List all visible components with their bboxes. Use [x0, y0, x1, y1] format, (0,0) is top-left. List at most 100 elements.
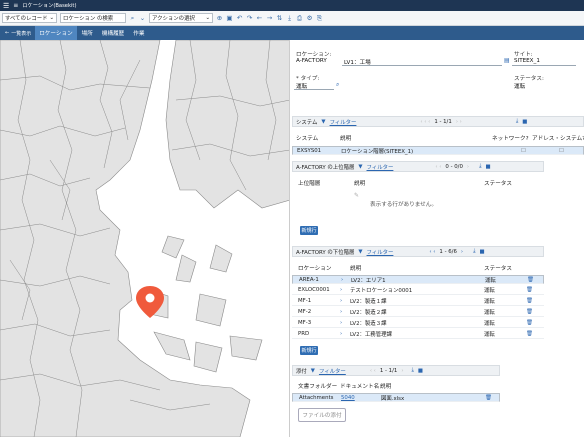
delete-icon[interactable]: 🗑: [526, 331, 533, 337]
table-row[interactable]: Attachments 5040 図面.xlsx 🗑: [292, 393, 500, 402]
row-description: LV2：エリア1: [351, 277, 386, 284]
system-filter-link[interactable]: フィルター: [330, 118, 357, 126]
col-description: 説明: [354, 180, 366, 187]
pager-next-icon[interactable]: ›: [401, 368, 403, 374]
tab-place[interactable]: 場所: [78, 26, 97, 40]
settings-icon[interactable]: ⚙: [306, 14, 313, 22]
attachments-panel-title: 添付: [296, 368, 307, 375]
export-icon[interactable]: ⎘: [316, 14, 323, 22]
next-icon[interactable]: →: [266, 14, 273, 22]
redo-icon[interactable]: ↷: [246, 14, 253, 22]
table-row[interactable]: AREA-1 › LV2：エリア1 運転 🗑: [292, 275, 544, 284]
delete-icon[interactable]: 🗑: [526, 309, 533, 315]
pager-next-icon[interactable]: › ›: [456, 119, 462, 125]
tab-history[interactable]: 機構履歴: [98, 26, 128, 40]
table-row[interactable]: EXLOC0001 › テストロケーション0001 運転 🗑: [292, 286, 544, 295]
chevron-right-icon[interactable]: ›: [340, 309, 342, 315]
row-status: 運転: [484, 288, 495, 294]
download-icon[interactable]: ⤓: [479, 163, 481, 170]
previous-icon[interactable]: ←: [256, 14, 263, 22]
panel-menu-icon[interactable]: ■: [418, 368, 423, 374]
chevron-right-icon[interactable]: ›: [340, 331, 342, 337]
attach-file-button[interactable]: ファイルの添付: [298, 408, 346, 422]
back-to-list-link[interactable]: ← 一覧表示: [2, 30, 34, 37]
system-table-header: システム 説明 ネットワーク? アドレス・システム?: [296, 133, 584, 142]
download-icon[interactable]: ⤓: [411, 367, 413, 374]
location-value[interactable]: A-FACTORY: [296, 58, 327, 64]
panel-menu-icon[interactable]: ■: [479, 249, 484, 255]
system-panel-title: システム: [296, 119, 318, 126]
menu-icon[interactable]: ☰: [3, 2, 9, 10]
long-description-icon[interactable]: ▤: [504, 57, 510, 64]
row-system: EXSYS01: [297, 147, 322, 154]
action-select[interactable]: アクションの選択 ⌄: [149, 13, 213, 23]
detail-pane: ロケーション: A-FACTORY LV1：工場 ▤ サイト: SITEEX_1…: [292, 40, 584, 437]
map-view[interactable]: [0, 40, 290, 437]
child-new-row-button[interactable]: 新規行: [300, 346, 318, 355]
delete-icon[interactable]: 🗑: [527, 277, 534, 283]
save-icon[interactable]: ▣: [226, 14, 233, 22]
search-icon[interactable]: ⌕: [129, 14, 136, 22]
parent-new-row-button[interactable]: 新規行: [300, 226, 318, 235]
system-pager: 1 - 1/1: [434, 118, 452, 125]
row-description: テストロケーション0001: [350, 288, 413, 294]
map-canvas[interactable]: [0, 40, 290, 437]
add-icon[interactable]: ⊕: [216, 14, 223, 22]
col-description: 説明: [350, 265, 362, 272]
filter-icon[interactable]: ▼: [321, 119, 325, 125]
attachments-filter-link[interactable]: フィルター: [319, 367, 346, 375]
undo-icon[interactable]: ↶: [236, 14, 243, 22]
pager-next-icon[interactable]: ›: [467, 164, 469, 170]
chevron-right-icon[interactable]: ›: [341, 277, 343, 283]
chevron-down-icon[interactable]: ⌄: [139, 14, 146, 22]
delete-icon[interactable]: 🗑: [526, 298, 533, 304]
col-parent: 上位階層: [298, 180, 321, 187]
title-bar: ☰ ≡ ロケーション(Basekit): [0, 0, 584, 11]
tab-location[interactable]: ロケーション: [35, 26, 77, 40]
search-icon[interactable]: ⌕: [336, 81, 339, 89]
site-value[interactable]: SITEEX_1: [514, 58, 540, 64]
empty-state-icon: ✎: [354, 192, 360, 199]
table-row[interactable]: MF-2 › LV2：製造２課 運転 🗑: [292, 308, 544, 317]
child-filter-link[interactable]: フィルター: [367, 248, 394, 256]
table-row[interactable]: PRD › LV2：工務管理課 運転 🗑: [292, 330, 544, 339]
delete-icon[interactable]: 🗑: [485, 395, 492, 401]
checkbox-icon[interactable]: ☐: [521, 148, 526, 154]
checkbox-icon[interactable]: ☐: [559, 148, 564, 154]
table-row[interactable]: MF-1 › LV2：製造１課 運転 🗑: [292, 297, 544, 306]
table-row[interactable]: EXSYS01 ロケーション階層(SITEEX_1) ☐ ☐: [292, 146, 584, 155]
filter-icon[interactable]: ▼: [358, 249, 362, 255]
chevron-right-icon[interactable]: ›: [340, 320, 342, 326]
record-filter-select[interactable]: すべてのレコード ⌄: [2, 13, 57, 23]
pager-next-icon[interactable]: ›: [461, 249, 463, 255]
child-pager: 1 - 6/6: [439, 248, 457, 255]
row-document-link[interactable]: 5040: [341, 395, 355, 401]
chevron-right-icon[interactable]: ›: [340, 287, 342, 293]
tab-work[interactable]: 作業: [129, 26, 148, 40]
row-location: EXLOC0001: [298, 287, 330, 293]
panel-menu-icon[interactable]: ■: [522, 119, 527, 125]
record-filter-value: すべてのレコード: [5, 16, 48, 22]
download-icon[interactable]: ⤓: [473, 248, 475, 255]
chevron-right-icon[interactable]: ›: [340, 298, 342, 304]
col-location: ロケーション: [298, 265, 332, 272]
app-menu-icon[interactable]: ≡: [13, 2, 18, 9]
delete-icon[interactable]: 🗑: [526, 320, 533, 326]
attachments-panel-header: 添付 ▼ フィルター ‹ ‹ 1 - 1/1 › ⤓ ■: [292, 365, 500, 376]
chevron-down-icon: ⌄: [49, 15, 54, 21]
site-underline: [512, 65, 576, 66]
panel-menu-icon[interactable]: ■: [485, 164, 490, 170]
sort-icon[interactable]: ⇅: [276, 14, 283, 22]
download-icon[interactable]: ⤓: [286, 14, 293, 22]
row-location: MF-3: [298, 320, 312, 326]
print-icon[interactable]: ⎙: [296, 14, 303, 22]
filter-icon[interactable]: ▼: [358, 164, 362, 170]
parent-filter-link[interactable]: フィルター: [367, 163, 394, 171]
delete-icon[interactable]: 🗑: [526, 287, 533, 293]
parent-panel-title: A-FACTORY の上位階層: [296, 164, 355, 171]
search-select[interactable]: ロケーション の検索: [60, 13, 126, 23]
download-icon[interactable]: ⤓: [516, 118, 518, 125]
col-status: ステータス: [484, 180, 512, 187]
filter-icon[interactable]: ▼: [311, 368, 315, 374]
table-row[interactable]: MF-3 › LV2：製造３課 運転 🗑: [292, 319, 544, 328]
